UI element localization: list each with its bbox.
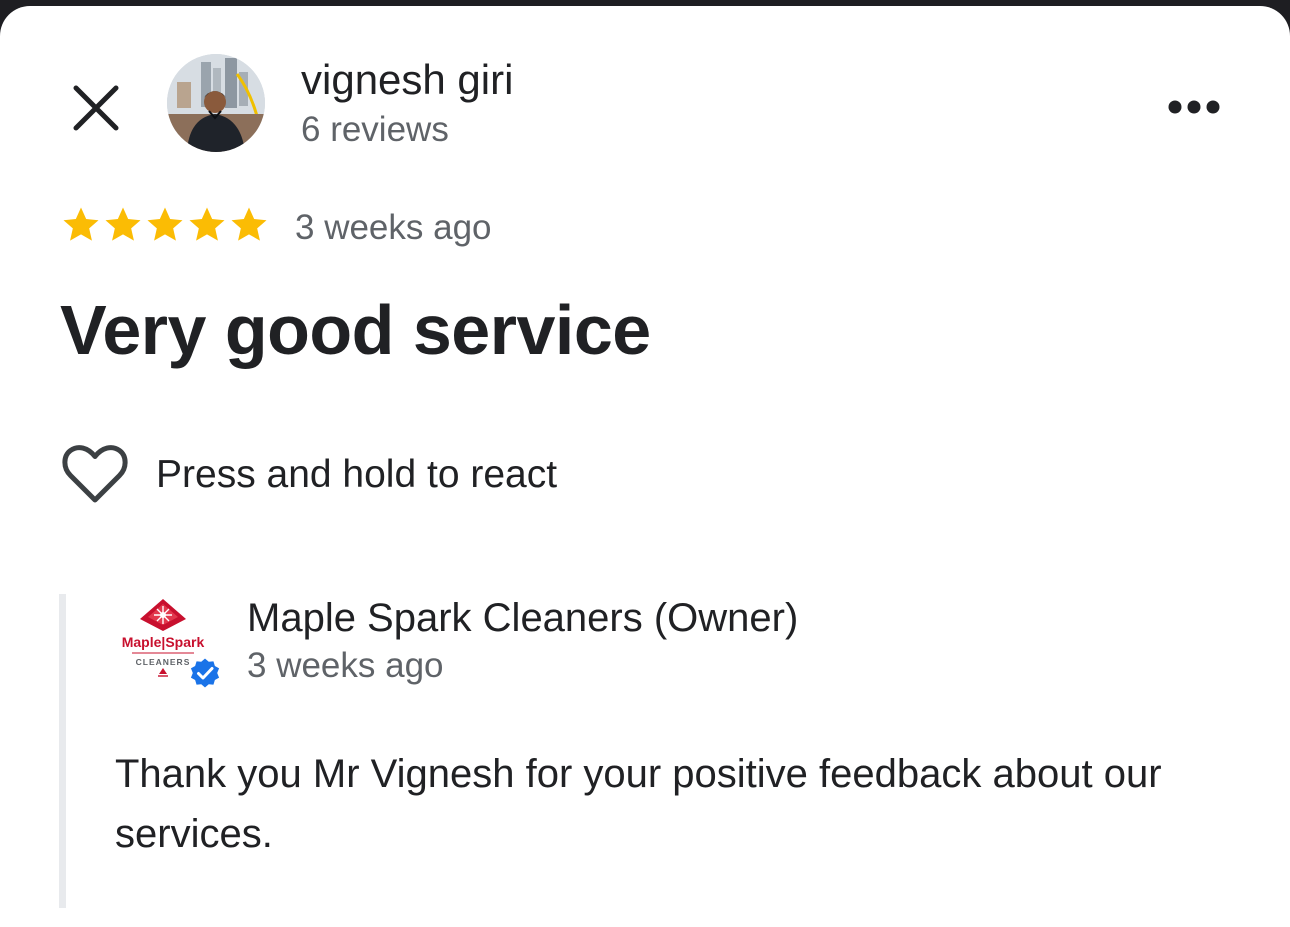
star-icon (105, 207, 141, 241)
review-text: Very good service (60, 291, 651, 369)
star-rating (61, 205, 269, 251)
reviewer-avatar[interactable] (167, 54, 265, 152)
star-icon (147, 207, 183, 241)
verified-badge-icon (189, 656, 221, 690)
star-icon (63, 207, 99, 241)
react-button[interactable]: Press and hold to react (60, 440, 557, 510)
owner-logo[interactable]: Maple|Spark CLEANERS (118, 594, 224, 694)
logo-text: Maple|Spark (122, 634, 205, 650)
reply-divider (59, 594, 66, 908)
react-label: Press and hold to react (156, 453, 558, 496)
star-icon (231, 207, 267, 241)
owner-reply-timestamp: 3 weeks ago (247, 646, 444, 685)
heart-outline-icon (62, 445, 128, 503)
more-horiz-icon (1168, 100, 1220, 114)
reviewer-review-count: 6 reviews (301, 110, 449, 149)
reviewer-name[interactable]: vignesh giri (301, 56, 513, 104)
close-button[interactable] (70, 82, 122, 134)
close-icon (73, 85, 119, 131)
logo-subtext: CLEANERS (136, 657, 191, 667)
owner-name[interactable]: Maple Spark Cleaners (Owner) (247, 596, 798, 641)
avatar-photo (167, 54, 265, 152)
owner-reply-text: Thank you Mr Vignesh for your positive f… (115, 752, 1162, 856)
star-icon (189, 207, 225, 241)
more-options-button[interactable] (1162, 90, 1226, 124)
review-timestamp: 3 weeks ago (295, 208, 492, 247)
review-sheet: vignesh giri 6 reviews 3 weeks ago Very … (0, 6, 1290, 927)
